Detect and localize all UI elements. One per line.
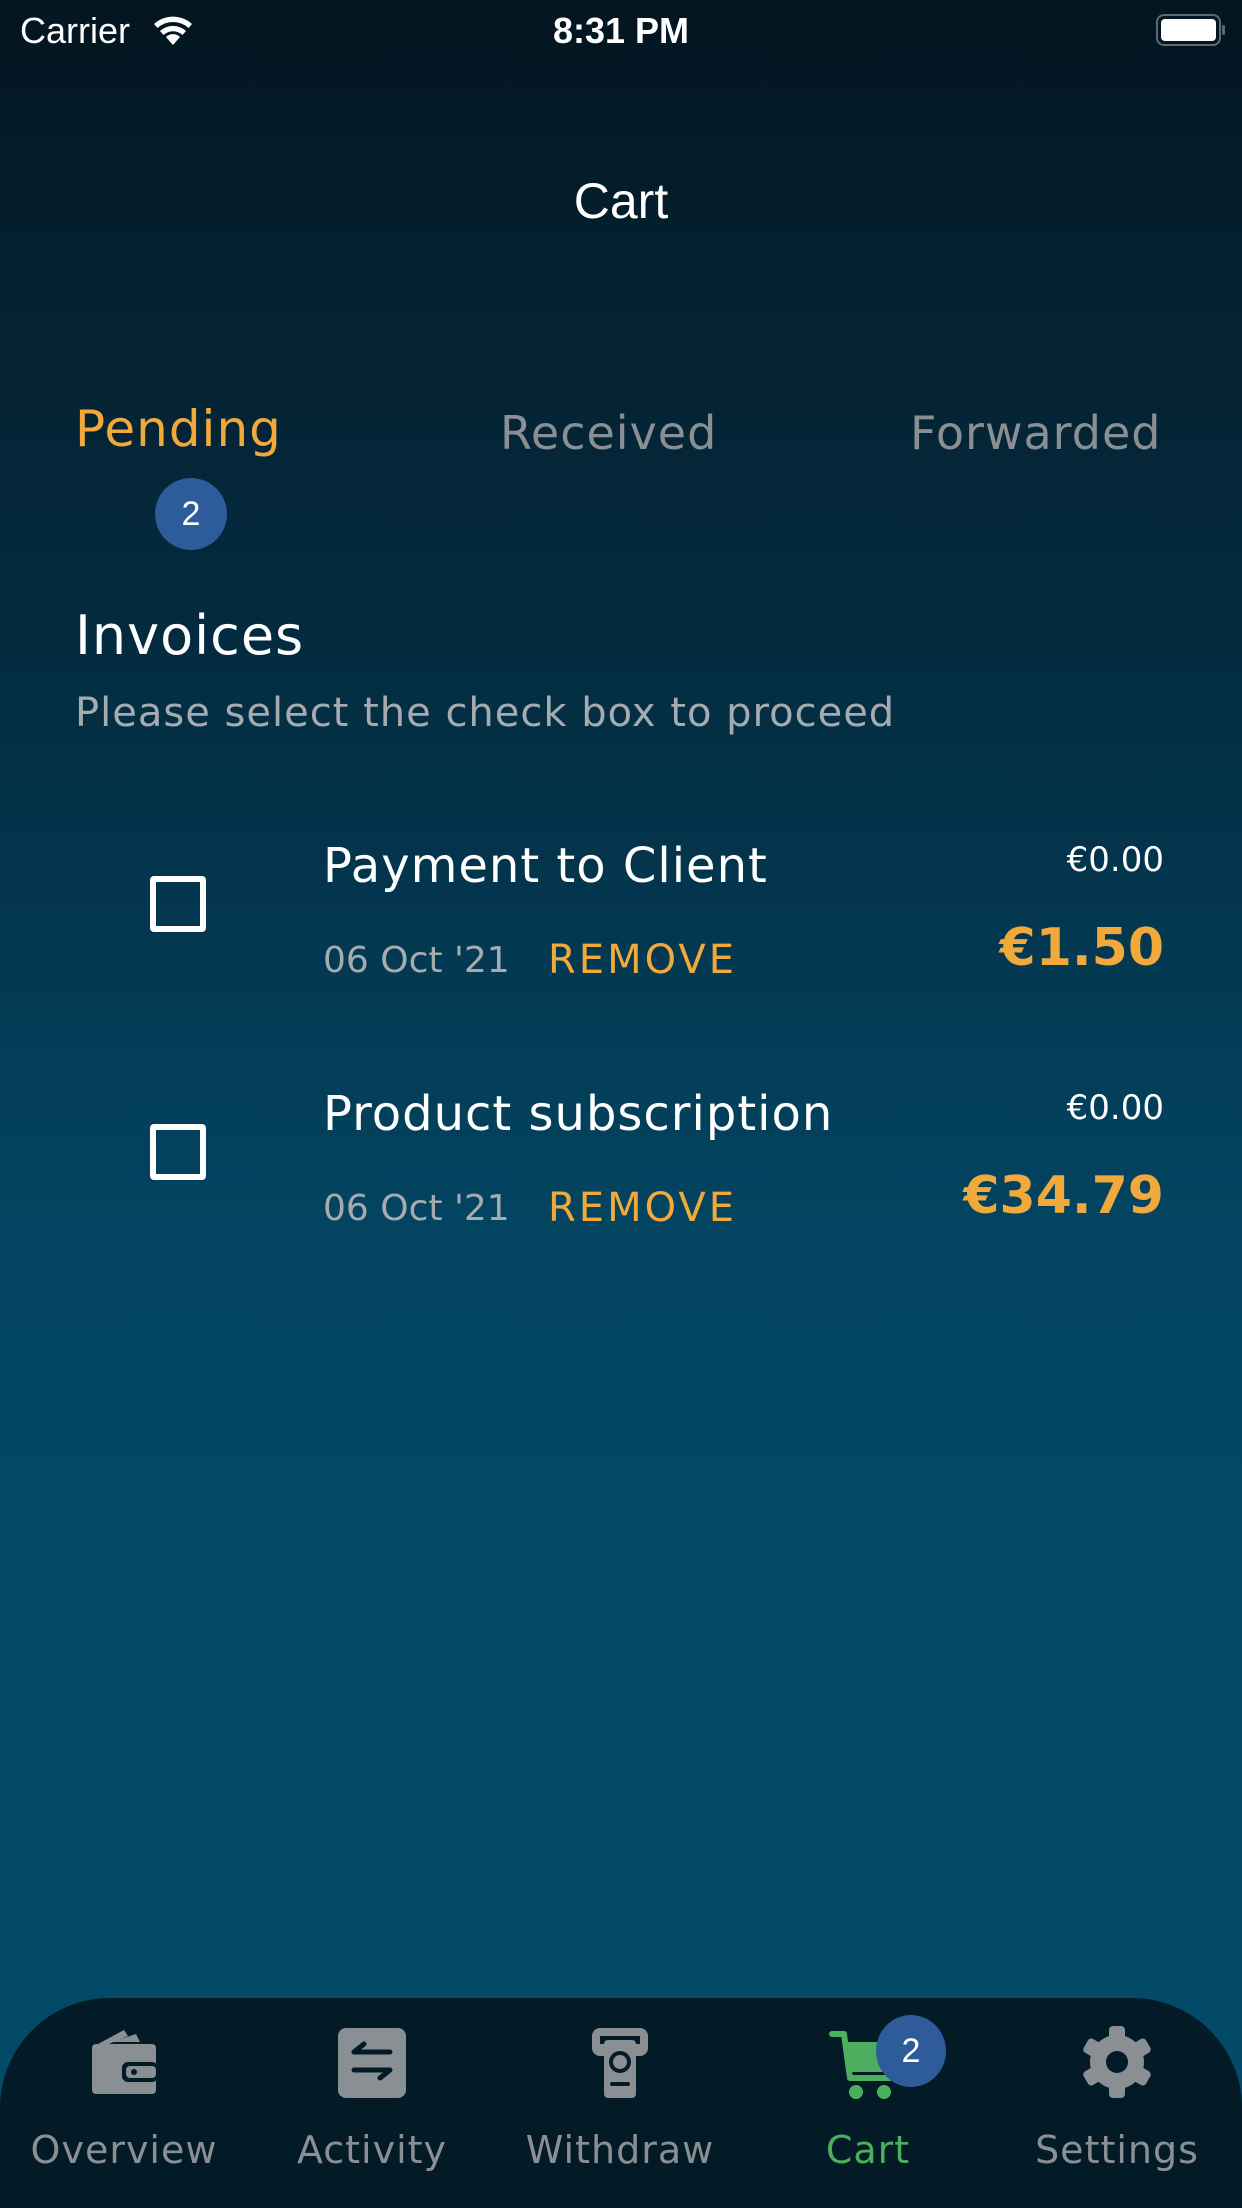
atm-cash-icon xyxy=(592,2028,648,2098)
tab-bar: Pending Received Forwarded xyxy=(0,400,1242,480)
section-title: Invoices xyxy=(75,604,305,667)
invoice-amount-large: €34.79 xyxy=(963,1166,1164,1226)
nav-item-overview[interactable]: Overview xyxy=(0,1998,248,2208)
wallet-icon xyxy=(92,2030,158,2094)
tab-received[interactable]: Received xyxy=(500,406,717,460)
tab-forwarded[interactable]: Forwarded xyxy=(910,406,1162,460)
invoice-row: Payment to Client 06 Oct '21 REMOVE €0.0… xyxy=(0,830,1242,1010)
invoice-amount-small: €0.00 xyxy=(1066,1088,1164,1128)
cart-count-badge: 2 xyxy=(876,2015,946,2087)
nav-item-withdraw[interactable]: Withdraw xyxy=(496,1998,744,2208)
bottom-nav: Overview Activity Withdraw 2 Cart Settin… xyxy=(0,1998,1242,2208)
remove-button[interactable]: REMOVE xyxy=(548,937,737,983)
nav-label: Activity xyxy=(296,2128,448,2172)
nav-label: Cart xyxy=(825,2128,911,2172)
nav-item-settings[interactable]: Settings xyxy=(992,1998,1242,2208)
invoice-date: 06 Oct '21 xyxy=(323,940,510,981)
invoice-name: Product subscription xyxy=(323,1086,834,1142)
nav-item-cart[interactable]: 2 Cart xyxy=(744,1998,992,2208)
nav-label: Withdraw xyxy=(525,2128,715,2172)
transfer-arrows-icon xyxy=(338,2028,406,2098)
nav-label: Overview xyxy=(30,2128,218,2172)
nav-item-activity[interactable]: Activity xyxy=(248,1998,496,2208)
invoice-amount-large: €1.50 xyxy=(999,918,1164,978)
battery-full-icon xyxy=(1156,14,1225,46)
invoice-name: Payment to Client xyxy=(323,838,768,894)
invoice-amount-small: €0.00 xyxy=(1066,840,1164,880)
nav-label: Settings xyxy=(1035,2128,1199,2172)
invoice-date: 06 Oct '21 xyxy=(323,1188,510,1229)
gear-icon xyxy=(1083,2026,1151,2098)
remove-button[interactable]: REMOVE xyxy=(548,1185,737,1231)
tab-pending[interactable]: Pending xyxy=(75,400,282,458)
status-bar: Carrier 8:31 PM xyxy=(0,0,1242,62)
invoice-row: Product subscription 06 Oct '21 REMOVE €… xyxy=(0,1078,1242,1258)
pending-count-badge: 2 xyxy=(155,478,227,550)
invoice-checkbox[interactable] xyxy=(150,876,206,932)
status-time: 8:31 PM xyxy=(552,10,690,51)
page-title: Cart xyxy=(573,173,669,229)
section-subtitle: Please select the check box to proceed xyxy=(75,690,896,736)
invoice-checkbox[interactable] xyxy=(150,1124,206,1180)
